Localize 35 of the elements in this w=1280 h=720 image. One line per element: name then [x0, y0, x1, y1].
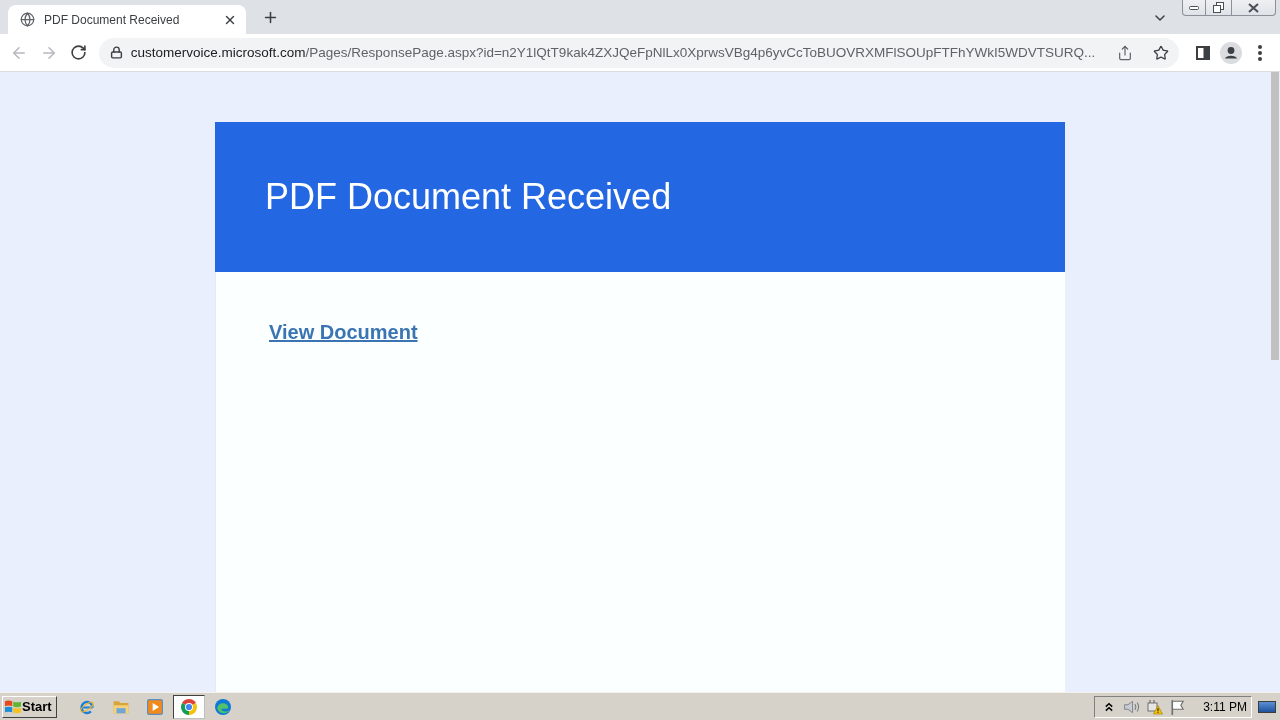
close-window-button[interactable] — [1232, 0, 1276, 16]
network-warning-icon — [1147, 698, 1164, 715]
clock-time[interactable]: 3:11 PM — [1203, 699, 1247, 714]
restore-button[interactable] — [1206, 0, 1232, 16]
edge-icon — [214, 698, 231, 715]
start-button[interactable]: Start — [2, 695, 57, 718]
media-player-icon — [146, 698, 163, 715]
share-icon — [1117, 44, 1134, 61]
lock-icon — [109, 46, 123, 59]
start-logo-icon — [5, 699, 21, 714]
restore-icon — [1213, 2, 1224, 13]
scrollbar-thumb[interactable] — [1271, 72, 1279, 360]
chevron-up-icon — [1105, 701, 1114, 712]
show-desktop-button[interactable] — [1258, 698, 1276, 715]
view-document-link[interactable]: View Document — [269, 321, 418, 343]
profile-avatar-icon — [1220, 41, 1243, 64]
taskbar-app-button[interactable] — [172, 694, 205, 719]
reload-icon — [70, 44, 87, 61]
chrome-icon — [180, 698, 197, 715]
speaker-icon — [1124, 699, 1141, 714]
globe-icon — [20, 12, 35, 27]
desktop-icon — [1258, 698, 1276, 715]
ie-icon — [78, 698, 95, 715]
side-panel-icon — [1195, 45, 1210, 60]
star-icon — [1153, 44, 1170, 61]
menu-icon — [1257, 44, 1262, 61]
flag-icon — [1171, 698, 1186, 715]
folder-icon — [112, 698, 129, 715]
url-text: customervoice.microsoft.com/Pages/ResponsePage.aspx?id=n2Y1lQtT9kak4ZXJQeFpNlLx0XprwsVBg4p6yvCcToBUOVRXMFlSOUpFTFhYWkI5WDVTSURQ... — [130, 45, 1096, 60]
minimize-button[interactable] — [1182, 0, 1206, 16]
page-title: PDF Document Received — [265, 176, 672, 218]
browser-tab[interactable]: PDF Document Received — [8, 5, 246, 34]
close-icon — [1248, 2, 1259, 13]
address-bar[interactable]: customervoice.microsoft.com/Pages/ResponsePage.aspx?id=n2Y1lQtT9kak4ZXJQeFpNlLx0XprwsVBg4p6yvCcToBUOVRXMFlSOUpFTFhYWkI5WDVTSURQ... — [98, 37, 1180, 68]
minimize-icon — [1189, 5, 1199, 10]
